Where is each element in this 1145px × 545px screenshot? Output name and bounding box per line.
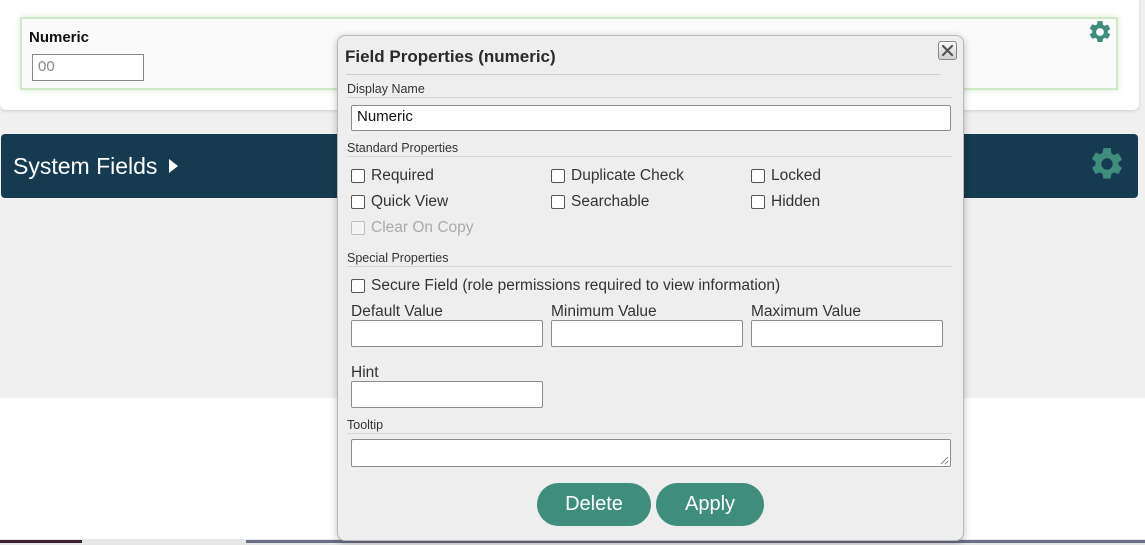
default-value-input[interactable] (351, 320, 543, 347)
special-properties-label: Special Properties (347, 251, 449, 265)
locked-checkbox[interactable]: Locked (751, 167, 821, 185)
checkbox-box[interactable] (551, 169, 565, 183)
checkbox-box (351, 221, 365, 235)
secure-field-checkbox[interactable]: Secure Field (role permissions required … (351, 277, 780, 295)
checkbox-box[interactable] (751, 195, 765, 209)
hidden-checkbox[interactable]: Hidden (751, 193, 820, 211)
maximum-value-input[interactable] (751, 320, 943, 347)
dialog-title: Field Properties (numeric) (345, 47, 556, 66)
minimum-value-input[interactable] (551, 320, 743, 347)
default-value-label: Default Value (351, 303, 443, 320)
apply-button[interactable]: Apply (656, 483, 764, 526)
close-icon (941, 44, 954, 57)
section-divider (347, 97, 952, 98)
required-checkbox[interactable]: Required (351, 167, 434, 185)
display-name-input[interactable]: Numeric (351, 105, 951, 131)
checkbox-box[interactable] (551, 195, 565, 209)
section-divider (347, 156, 952, 157)
duplicate-check-label: Duplicate Check (571, 167, 684, 184)
checkbox-box[interactable] (751, 169, 765, 183)
expand-arrow-icon[interactable] (169, 159, 178, 173)
tooltip-label: Tooltip (347, 418, 384, 432)
strip-segment-dark (0, 540, 82, 543)
hint-input[interactable] (351, 381, 543, 408)
checkbox-box[interactable] (351, 169, 365, 183)
numeric-field-label: Numeric (29, 29, 90, 46)
delete-button[interactable]: Delete (537, 483, 651, 526)
numeric-field-input[interactable]: 00 (32, 54, 144, 81)
searchable-label: Searchable (571, 193, 650, 210)
minimum-value-label: Minimum Value (551, 303, 657, 320)
system-fields-gear-icon[interactable] (1088, 145, 1126, 183)
checkbox-box[interactable] (351, 279, 365, 293)
checkbox-box[interactable] (351, 195, 365, 209)
section-divider (347, 433, 952, 434)
resize-handle-icon[interactable] (940, 456, 949, 465)
searchable-checkbox[interactable]: Searchable (551, 193, 649, 211)
clear-on-copy-label: Clear On Copy (371, 219, 474, 236)
close-button[interactable] (938, 41, 957, 60)
standard-properties-label: Standard Properties (347, 141, 459, 155)
maximum-value-label: Maximum Value (751, 303, 861, 320)
field-properties-dialog: Field Properties (numeric) Display Name … (337, 35, 964, 541)
section-divider (347, 266, 952, 267)
field-settings-gear-icon[interactable] (1087, 19, 1113, 45)
required-label: Required (371, 167, 434, 184)
clear-on-copy-checkbox: Clear On Copy (351, 219, 474, 237)
hidden-label: Hidden (771, 193, 821, 210)
system-fields-title: System Fields (13, 153, 158, 179)
display-name-label: Display Name (347, 82, 425, 96)
tooltip-textarea[interactable] (351, 439, 951, 467)
duplicate-check-checkbox[interactable]: Duplicate Check (551, 167, 684, 185)
quick-view-checkbox[interactable]: Quick View (351, 193, 448, 211)
title-divider (346, 74, 940, 75)
quick-view-label: Quick View (371, 193, 449, 210)
secure-field-label: Secure Field (role permissions required … (371, 277, 781, 294)
locked-label: Locked (771, 167, 821, 184)
hint-label: Hint (351, 364, 379, 381)
